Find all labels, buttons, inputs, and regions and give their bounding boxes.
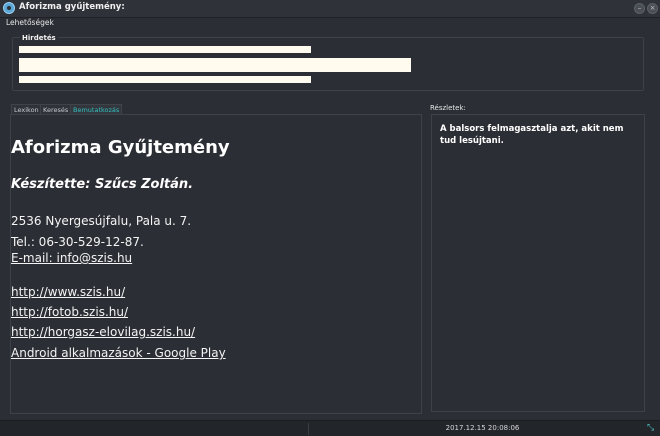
close-button[interactable]: × (647, 3, 658, 14)
menu-options[interactable]: Lehetőségek (6, 18, 54, 27)
ad-banner-line-2[interactable] (19, 76, 311, 83)
link-google-play[interactable]: Android alkalmazások - Google Play (11, 346, 421, 360)
menu-bar: Lehetőségek (0, 18, 660, 30)
resize-grip-icon[interactable]: ⤡ (647, 424, 656, 433)
details-panel: A balsors felmagasztalja azt, akit nem t… (431, 114, 645, 412)
ad-group: Hirdetés (12, 34, 644, 91)
about-title: Aforizma Gyűjtemény (11, 137, 230, 158)
link-horgasz[interactable]: http://horgasz-elovilag.szis.hu/ (11, 325, 421, 339)
quote-text: A balsors felmagasztalja azt, akit nem t… (440, 124, 624, 146)
link-fotob-text[interactable]: http://fotob.szis.hu/ (11, 305, 128, 319)
about-address: 2536 Nyergesújfalu, Pala u. 7. (11, 214, 192, 228)
tab-bemutatkozas[interactable]: Bemutatkozás (70, 104, 123, 114)
tab-lexikon[interactable]: Lexikon (11, 104, 42, 114)
minimize-button[interactable]: – (634, 3, 645, 14)
about-author: Készítette: Szűcs Zoltán. (11, 177, 194, 192)
app-logo-icon (3, 2, 15, 14)
link-szis[interactable]: http://www.szis.hu/ (11, 285, 421, 299)
link-fotob[interactable]: http://fotob.szis.hu/ (11, 305, 421, 319)
link-google-play-text[interactable]: Android alkalmazások - Google Play (11, 346, 226, 360)
email-link-text[interactable]: E-mail: info@szis.hu (11, 251, 132, 265)
app-window: Aforizma gyűjtemény: – × Lehetőségek Hir… (0, 0, 660, 436)
tab-kereses[interactable]: Keresés (40, 104, 72, 114)
ad-banner-line-1[interactable] (19, 46, 311, 53)
about-panel: Aforizma Gyűjtemény Készítette: Szűcs Zo… (10, 114, 422, 414)
ad-banner-main[interactable] (19, 58, 411, 72)
status-datetime: 2017.12.15 20:08:06 (445, 424, 520, 432)
link-szis-text[interactable]: http://www.szis.hu/ (11, 285, 125, 299)
ad-title: Hirdetés (20, 34, 58, 42)
details-label: Részletek: (430, 104, 466, 112)
window-title: Aforizma gyűjtemény: (19, 2, 125, 12)
status-bar: 2017.12.15 20:08:06 ⤡ (0, 420, 660, 436)
about-email-link[interactable]: E-mail: info@szis.hu (11, 251, 421, 265)
link-horgasz-text[interactable]: http://horgasz-elovilag.szis.hu/ (11, 325, 195, 339)
title-bar[interactable]: Aforizma gyűjtemény: – × (0, 0, 660, 18)
about-phone: Tel.: 06-30-529-12-87. (11, 235, 144, 249)
